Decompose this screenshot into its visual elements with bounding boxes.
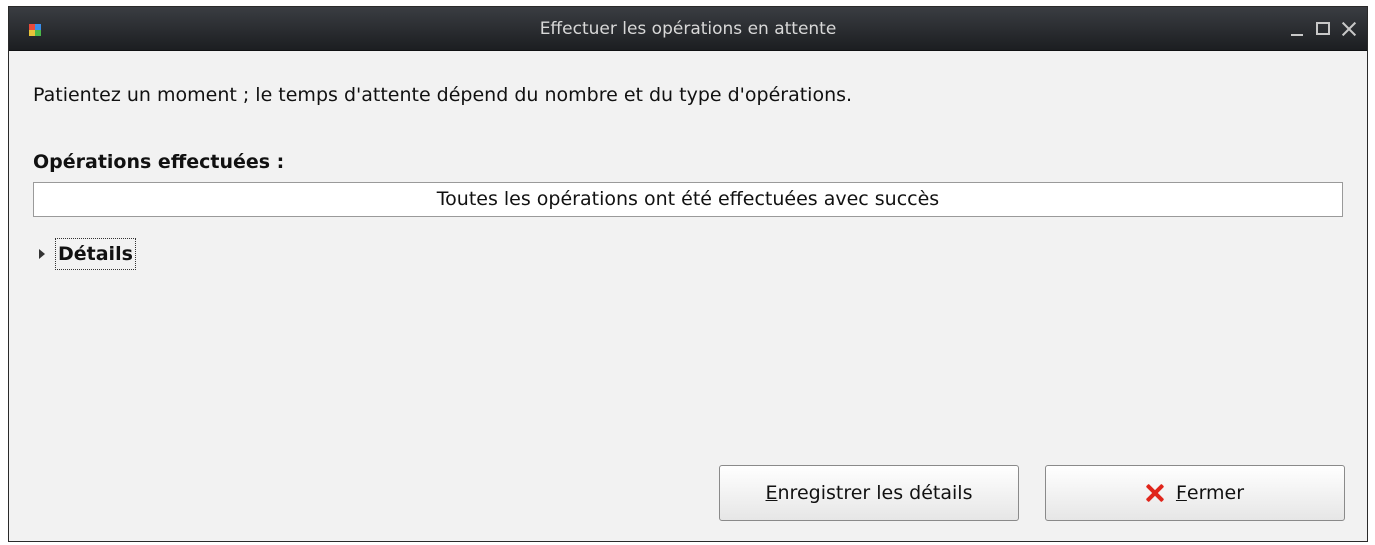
save-label: nregistrer les détails [777, 482, 973, 504]
dialog-content: Patientez un moment ; le temps d'attente… [9, 51, 1367, 542]
dialog-window: Effectuer les opérations en attente Pati… [8, 6, 1368, 542]
close-mnemonic: F [1175, 482, 1187, 504]
window-title: Effectuer les opérations en attente [539, 19, 837, 39]
window-controls [1287, 18, 1359, 40]
expander-arrow-icon [39, 249, 45, 259]
maximize-icon [1316, 22, 1330, 35]
close-window-button[interactable] [1339, 18, 1359, 40]
minimize-button[interactable] [1287, 18, 1307, 40]
section-title: Opérations effectuées : [33, 151, 285, 173]
save-details-button[interactable]: Enregistrer les détails [719, 465, 1019, 521]
close-x-icon [1146, 484, 1164, 502]
close-label: ermer [1186, 482, 1245, 504]
minimize-icon [1291, 34, 1303, 36]
wait-message: Patientez un moment ; le temps d'attente… [33, 84, 853, 106]
maximize-button[interactable] [1313, 18, 1333, 40]
save-mnemonic: E [765, 482, 778, 504]
status-progress-bar: Toutes les opérations ont été effectuées… [33, 182, 1343, 217]
details-expander[interactable]: Détails [39, 236, 136, 272]
title-bar[interactable]: Effectuer les opérations en attente [9, 7, 1367, 51]
close-button[interactable]: Fermer [1045, 465, 1345, 521]
details-label: Détails [55, 238, 136, 270]
